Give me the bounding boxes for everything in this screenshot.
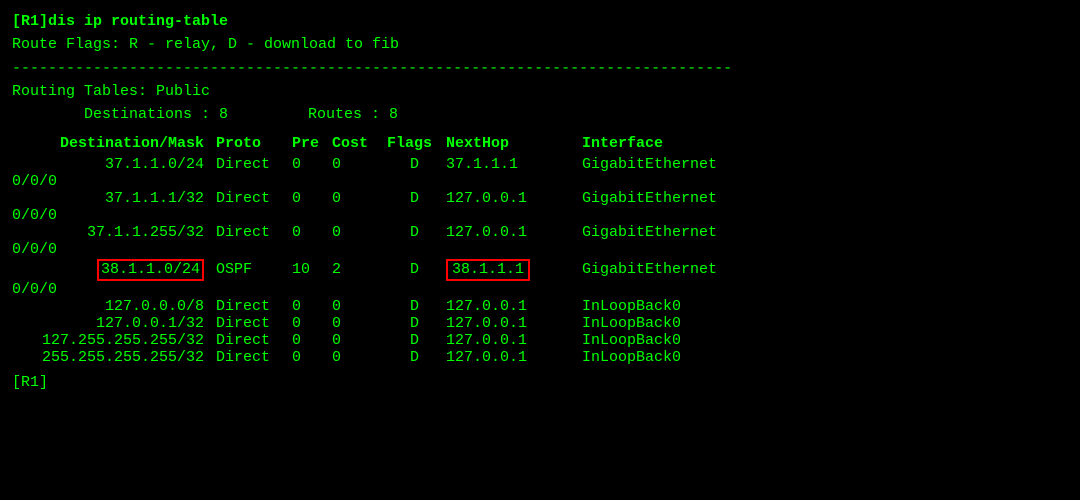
header-cost: Cost: [332, 132, 387, 155]
row3-dest: 38.1.1.0/24: [12, 258, 212, 281]
row5-proto: Direct: [212, 315, 292, 332]
header-pre: Pre: [292, 132, 332, 155]
table-row: 37.1.1.255/32 Direct 0 0 D 127.0.0.1 Gig…: [12, 224, 1068, 258]
row0-dest: 37.1.1.0/24: [12, 156, 212, 173]
row1-nexthop: 127.0.0.1: [442, 190, 562, 207]
row1-proto: Direct: [212, 190, 292, 207]
row6-flags: D: [387, 332, 442, 349]
row7-proto: Direct: [212, 349, 292, 366]
row2-flags: D: [387, 224, 442, 241]
table-row: 127.0.0.1/32 Direct 0 0 D 127.0.0.1 InLo…: [12, 315, 1068, 332]
row0-pre: 0: [292, 156, 332, 173]
row0-proto: Direct: [212, 156, 292, 173]
table-row: 37.1.1.0/24 Direct 0 0 D 37.1.1.1 Gigabi…: [12, 156, 1068, 190]
row3-pre: 10: [292, 261, 332, 278]
command-line: [R1]dis ip routing-table: [12, 10, 1068, 33]
row1-cost: 0: [332, 190, 387, 207]
row0-interface: GigabitEthernet: [562, 156, 717, 173]
row5-interface: InLoopBack0: [562, 315, 681, 332]
row2-interface: GigabitEthernet: [562, 224, 717, 241]
row6-interface: InLoopBack0: [562, 332, 681, 349]
row0-interface2: 0/0/0: [12, 173, 57, 190]
row2-cost: 0: [332, 224, 387, 241]
header-nexthop: NextHop: [442, 132, 562, 155]
table-row: 127.0.0.0/8 Direct 0 0 D 127.0.0.1 InLoo…: [12, 298, 1068, 315]
row1-dest: 37.1.1.1/32: [12, 190, 212, 207]
row7-flags: D: [387, 349, 442, 366]
row1-interface: GigabitEthernet: [562, 190, 717, 207]
row5-dest: 127.0.0.1/32: [12, 315, 212, 332]
destinations-label: Destinations : 8: [12, 103, 228, 126]
row4-cost: 0: [332, 298, 387, 315]
row7-interface: InLoopBack0: [562, 349, 681, 366]
row4-dest: 127.0.0.0/8: [12, 298, 212, 315]
row5-nexthop: 127.0.0.1: [442, 315, 562, 332]
row4-proto: Direct: [212, 298, 292, 315]
row6-pre: 0: [292, 332, 332, 349]
row1-flags: D: [387, 190, 442, 207]
table-row: 127.255.255.255/32 Direct 0 0 D 127.0.0.…: [12, 332, 1068, 349]
row0-flags: D: [387, 156, 442, 173]
row2-nexthop: 127.0.0.1: [442, 224, 562, 241]
header-flags: Flags: [387, 132, 442, 155]
row2-dest: 37.1.1.255/32: [12, 224, 212, 241]
row3-dest-highlight: 38.1.1.0/24: [97, 259, 204, 281]
row1-interface2: 0/0/0: [12, 207, 57, 224]
row6-dest: 127.255.255.255/32: [12, 332, 212, 349]
table-row: 255.255.255.255/32 Direct 0 0 D 127.0.0.…: [12, 349, 1068, 366]
row2-interface2: 0/0/0: [12, 241, 57, 258]
separator-line: ----------------------------------------…: [12, 57, 1068, 80]
table-header: Destination/Mask Proto Pre Cost Flags Ne…: [12, 132, 1068, 155]
terminal: [R1]dis ip routing-table Route Flags: R …: [12, 10, 1068, 490]
row3-proto: OSPF: [212, 261, 292, 278]
row7-nexthop: 127.0.0.1: [442, 349, 562, 366]
row6-cost: 0: [332, 332, 387, 349]
row4-pre: 0: [292, 298, 332, 315]
row1-pre: 0: [292, 190, 332, 207]
row7-cost: 0: [332, 349, 387, 366]
row5-flags: D: [387, 315, 442, 332]
route-flags-line: Route Flags: R - relay, D - download to …: [12, 33, 1068, 56]
row0-nexthop: 37.1.1.1: [442, 156, 562, 173]
row4-nexthop: 127.0.0.1: [442, 298, 562, 315]
end-prompt-line: [R1]: [12, 374, 1068, 391]
row3-flags: D: [387, 261, 442, 278]
row0-cost: 0: [332, 156, 387, 173]
routes-label: Routes : 8: [308, 103, 398, 126]
row6-nexthop: 127.0.0.1: [442, 332, 562, 349]
row3-interface2: 0/0/0: [12, 281, 57, 298]
destinations-routes-line: Destinations : 8 Routes : 8: [12, 103, 1068, 126]
row3-cost: 2: [332, 261, 387, 278]
row7-dest: 255.255.255.255/32: [12, 349, 212, 366]
end-prompt: [R1]: [12, 374, 48, 391]
header-dest: Destination/Mask: [12, 132, 212, 155]
row7-pre: 0: [292, 349, 332, 366]
table-row-highlighted: 38.1.1.0/24 OSPF 10 2 D 38.1.1.1 Gigabit…: [12, 258, 1068, 298]
row5-cost: 0: [332, 315, 387, 332]
row4-interface: InLoopBack0: [562, 298, 681, 315]
row4-flags: D: [387, 298, 442, 315]
row6-proto: Direct: [212, 332, 292, 349]
header-proto: Proto: [212, 132, 292, 155]
row2-pre: 0: [292, 224, 332, 241]
row5-pre: 0: [292, 315, 332, 332]
table-row: 37.1.1.1/32 Direct 0 0 D 127.0.0.1 Gigab…: [12, 190, 1068, 224]
row3-nexthop: 38.1.1.1: [442, 258, 562, 281]
routing-tables-label: Routing Tables: Public: [12, 80, 1068, 103]
header-interface: Interface: [562, 132, 663, 155]
row3-interface: GigabitEthernet: [562, 261, 717, 278]
row2-proto: Direct: [212, 224, 292, 241]
row3-nexthop-highlight: 38.1.1.1: [446, 259, 530, 281]
